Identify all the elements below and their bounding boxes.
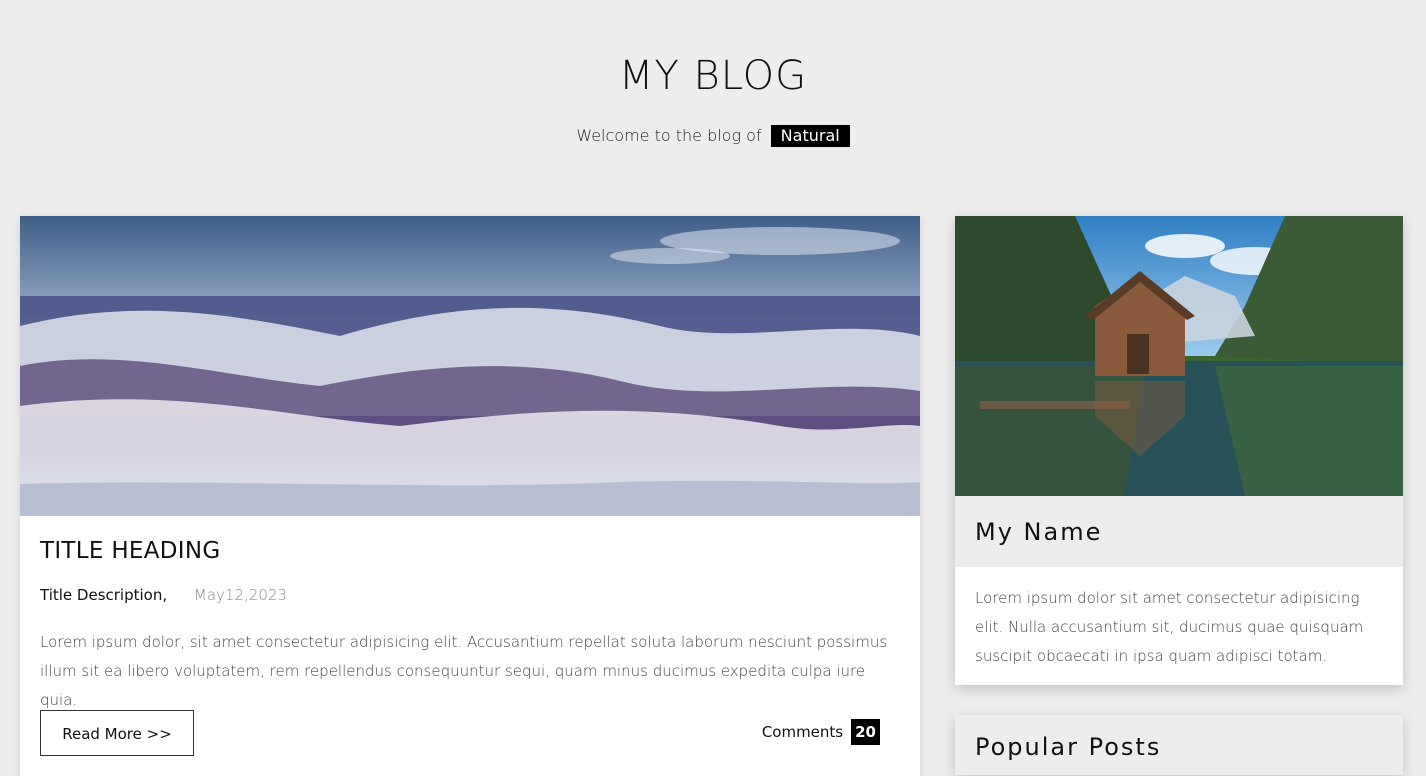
site-title: MY BLOG — [618, 53, 808, 99]
tagline-text: Welcome to the blog of — [576, 126, 762, 145]
popular-posts-title: Popular Posts — [975, 733, 1162, 761]
author-bio: Lorem ipsum dolor sit amet consectetur a… — [975, 589, 1364, 665]
post-excerpt: Lorem ipsum dolor, sit amet consectetur … — [40, 633, 888, 709]
site-tagline: Welcome to the blog of Natural — [0, 125, 1426, 147]
post-date: May12,2023 — [193, 586, 287, 604]
lake-cabin-image — [955, 216, 1403, 496]
ocean-wave-image — [20, 216, 920, 516]
tagline-badge: Natural — [770, 125, 850, 147]
comments-label: Comments — [761, 723, 844, 741]
read-more-button[interactable]: Read More >> — [40, 710, 194, 756]
post-card: TITLE HEADING Title Description, May12,2… — [20, 216, 920, 776]
comments-count-badge: 20 — [851, 719, 880, 745]
post-title[interactable]: TITLE HEADING — [40, 538, 221, 564]
comments-link[interactable]: Comments 20 — [762, 719, 880, 745]
post-description: Title Description, — [40, 586, 168, 604]
about-card: My Name Lorem ipsum dolor sit amet conse… — [955, 216, 1403, 685]
about-photo — [955, 216, 1403, 496]
post-hero-image — [20, 216, 920, 516]
popular-posts-card: Popular Posts — [955, 715, 1403, 775]
author-name: My Name — [955, 496, 1403, 567]
post-meta: Title Description, May12,2023 — [40, 586, 287, 604]
